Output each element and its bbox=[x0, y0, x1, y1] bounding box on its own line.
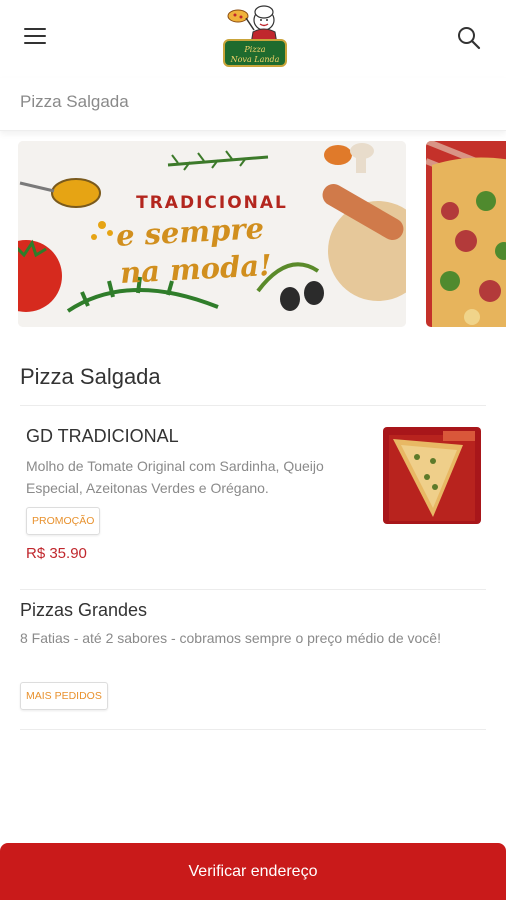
logo-text-line1: Pizza bbox=[243, 45, 265, 54]
hamburger-menu-icon[interactable] bbox=[22, 25, 48, 47]
pizza-photo-banner[interactable] bbox=[426, 141, 506, 327]
item-name[interactable]: Pizzas Grandes bbox=[20, 600, 147, 621]
item-name[interactable]: GD TRADICIONAL bbox=[26, 426, 179, 447]
most-ordered-badge: MAIS PEDIDOS bbox=[20, 682, 108, 710]
brand-logo[interactable]: Pizza Nova Landa bbox=[220, 4, 290, 70]
item-price: R$ 35.90 bbox=[26, 545, 87, 562]
item-photo[interactable] bbox=[383, 427, 481, 524]
verify-address-button[interactable]: Verificar endereço bbox=[0, 843, 506, 900]
search-icon[interactable] bbox=[455, 24, 483, 52]
item-description: Molho de Tomate Original com Sardinha, Q… bbox=[26, 458, 324, 496]
divider bbox=[20, 405, 486, 406]
banner-title: TRADICIONAL bbox=[136, 193, 288, 213]
divider bbox=[20, 589, 486, 590]
divider bbox=[20, 729, 486, 730]
logo-text-line2: Nova Landa bbox=[230, 55, 280, 64]
item-description: 8 Fatias - até 2 sabores - cobramos semp… bbox=[20, 630, 441, 646]
promo-banner[interactable]: TRADICIONAL e sempre na moda! bbox=[18, 141, 406, 327]
breadcrumb[interactable]: Pizza Salgada bbox=[20, 92, 129, 112]
app-header: Pizza Nova Landa bbox=[0, 0, 506, 75]
promo-badge: PROMOÇÃO bbox=[26, 507, 101, 535]
category-bar: Pizza Salgada bbox=[0, 78, 506, 131]
promo-banner-carousel[interactable]: TRADICIONAL e sempre na moda! bbox=[0, 141, 506, 328]
section-title: Pizza Salgada bbox=[20, 364, 161, 389]
